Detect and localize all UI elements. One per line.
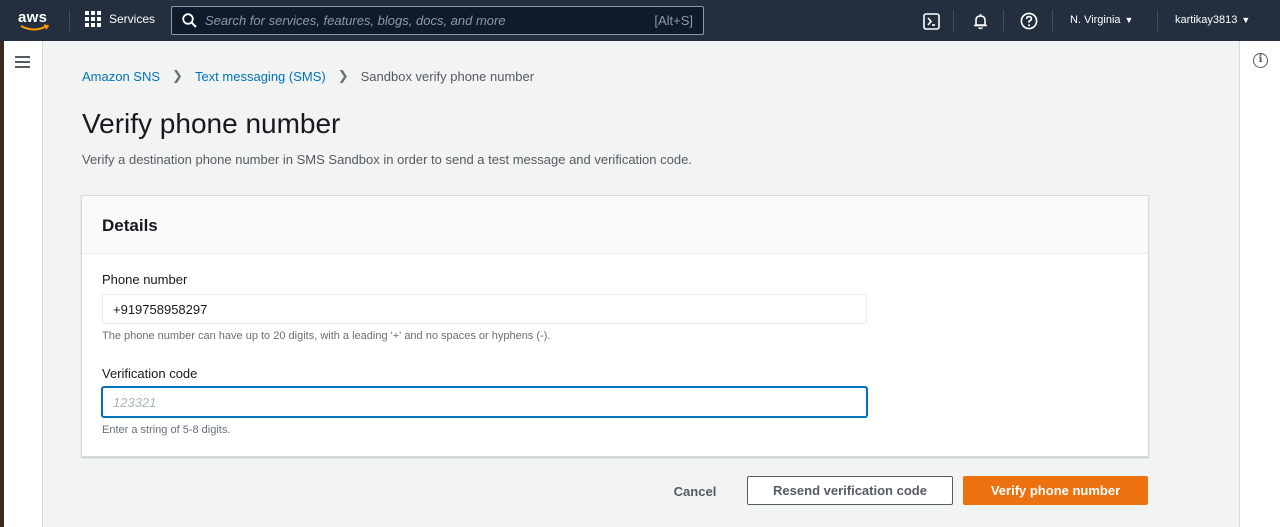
search-placeholder: Search for services, features, blogs, do… [205,13,506,28]
chevron-right-icon: ❯ [337,68,349,83]
resend-verification-code-button[interactable]: Resend verification code [747,476,953,505]
verify-phone-number-button[interactable]: Verify phone number [963,476,1148,505]
nav-divider [1157,10,1158,31]
cancel-button[interactable]: Cancel [663,476,727,506]
help-icon[interactable] [1019,11,1039,31]
aws-logo[interactable]: aws [18,7,54,33]
verification-code-input[interactable] [102,387,867,417]
services-label: Services [109,12,156,26]
phone-number-input[interactable] [102,294,867,324]
search-icon [182,13,197,28]
breadcrumb-current: Sandbox verify phone number [360,68,535,84]
region-label: N. Virginia [1070,14,1121,26]
notifications-bell-icon[interactable] [970,11,990,31]
verification-code-hint: Enter a string of 5-8 digits. [102,424,231,436]
aws-smile-icon [20,24,50,31]
breadcrumb: Amazon SNS ❯ Text messaging (SMS) ❯ Sand… [82,68,534,84]
info-icon[interactable]: i [1253,53,1268,68]
navigation-drawer-rail [0,41,43,527]
menu-hamburger-icon[interactable] [15,56,30,71]
nav-divider [1052,10,1053,31]
cloudshell-icon[interactable] [921,11,941,31]
search-shortcut: [Alt+S] [654,13,693,28]
caret-down-icon: ▼ [1241,15,1251,25]
top-navigation: aws Services Search for services, featur… [0,0,1280,41]
tools-panel-rail: i [1239,41,1280,527]
caret-down-icon: ▼ [1124,15,1134,25]
details-container: Details Phone number The phone number ca… [81,195,1149,457]
account-label: kartikay3813 [1175,14,1238,26]
global-search[interactable]: Search for services, features, blogs, do… [171,6,704,35]
nav-divider [69,10,70,31]
account-menu[interactable]: kartikay3813 ▼ [1175,14,1250,26]
details-header: Details [82,196,1148,254]
services-menu-button[interactable]: Services [85,11,155,27]
window-edge [0,41,4,527]
phone-number-hint: The phone number can have up to 20 digit… [102,330,551,342]
breadcrumb-text-messaging[interactable]: Text messaging (SMS) [195,69,326,84]
services-grid-icon [85,11,101,27]
breadcrumb-amazon-sns[interactable]: Amazon SNS [82,69,160,84]
page-title: Verify phone number [82,108,341,139]
verification-code-label: Verification code [102,366,198,381]
page-description: Verify a destination phone number in SMS… [82,152,692,167]
chevron-right-icon: ❯ [172,68,183,83]
phone-number-label: Phone number [102,272,188,287]
details-heading: Details [102,216,158,235]
region-selector[interactable]: N. Virginia ▼ [1070,14,1133,26]
nav-divider [953,10,954,31]
nav-divider [1003,10,1004,31]
